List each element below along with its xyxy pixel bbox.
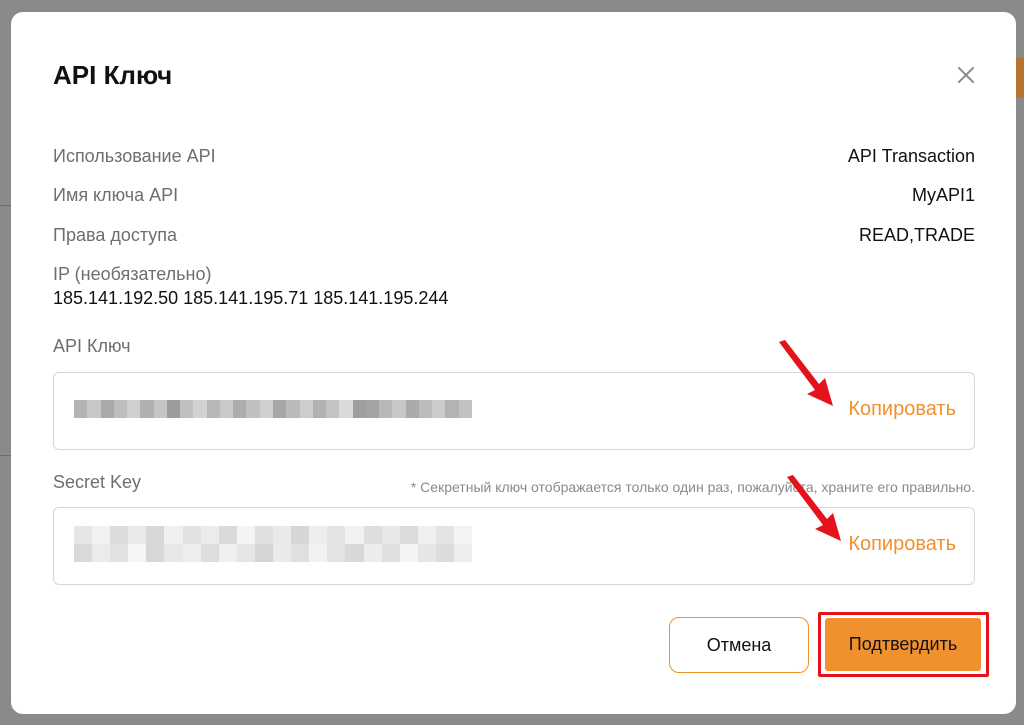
info-value: MyAPI1 <box>911 184 975 205</box>
info-label: Использование API <box>53 145 216 166</box>
ip-value: 185.141.192.50 185.141.195.71 185.141.19… <box>53 288 449 308</box>
ip-label: IP (необязательно) <box>53 264 212 284</box>
api-key-dialog: API Ключ Использование API API Transacti… <box>11 12 1016 714</box>
copy-secret-key-button[interactable]: Копировать <box>848 533 956 556</box>
info-row-key-name: Имя ключа API MyAPI1 <box>53 183 975 207</box>
info-value: READ,TRADE <box>858 224 975 245</box>
info-row-permissions: Права доступа READ,TRADE <box>53 223 975 247</box>
dialog-title: API Ключ <box>53 60 173 90</box>
close-icon[interactable] <box>953 62 979 88</box>
cancel-button[interactable]: Отмена <box>669 617 809 673</box>
api-key-label: API Ключ <box>53 336 131 356</box>
secret-key-field: Копировать <box>53 507 975 585</box>
secret-key-label: Secret Key <box>53 472 142 492</box>
info-label: Права доступа <box>53 224 178 245</box>
confirm-button[interactable]: Подтвердить <box>825 618 981 671</box>
api-key-masked-value <box>74 400 472 418</box>
info-row-usage: Использование API API Transaction <box>53 144 975 168</box>
api-key-field: Копировать <box>53 372 975 450</box>
info-label: Имя ключа API <box>53 184 179 205</box>
info-value: API Transaction <box>847 145 975 166</box>
secret-key-masked-value <box>74 526 473 562</box>
copy-api-key-button[interactable]: Копировать <box>848 398 956 421</box>
secret-key-note: * Секретный ключ отображается только оди… <box>410 479 975 495</box>
